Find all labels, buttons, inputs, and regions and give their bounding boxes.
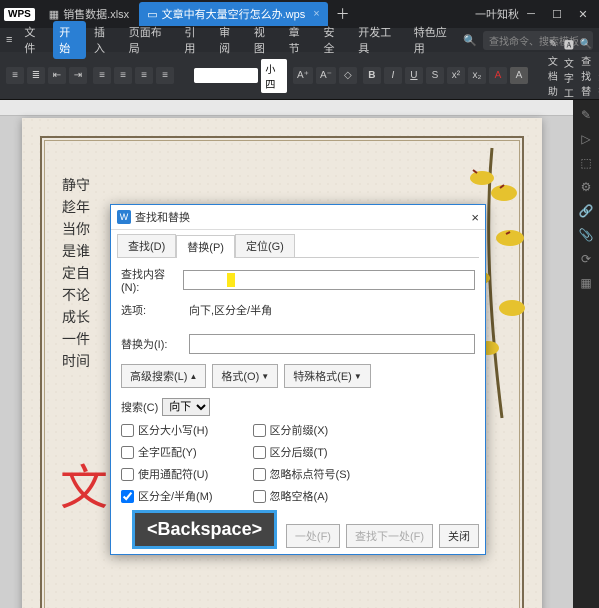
window-controls: ─ ☐ ✕	[519, 8, 595, 21]
close-tab-icon[interactable]: ×	[313, 8, 319, 20]
backspace-key-overlay: <Backspace>	[132, 510, 277, 549]
big-char: 文	[60, 448, 108, 518]
menu-bar: ≡ 文件 开始 插入 页面布局 引用 审阅 视图 章节 安全 开发工具 特色应用…	[0, 28, 599, 52]
super[interactable]: x²	[447, 67, 465, 84]
check-punct[interactable]: 忽略标点符号(S)	[253, 466, 351, 482]
highlight[interactable]: A	[510, 67, 528, 84]
bold[interactable]: B	[363, 67, 381, 84]
search-direction-select[interactable]: 向下	[162, 398, 210, 416]
link-icon[interactable]: 🔗	[579, 204, 594, 218]
check-case[interactable]: 区分大小写(H)	[121, 422, 213, 438]
tab-goto[interactable]: 定位(G)	[235, 234, 295, 257]
menu-insert[interactable]: 插入	[88, 21, 121, 59]
find-replace-dialog: W 查找和替换 × 查找(D) 替换(P) 定位(G) 查找内容(N): 选项:…	[110, 204, 486, 555]
menu-layout[interactable]: 页面布局	[123, 21, 177, 59]
menu-start[interactable]: 开始	[53, 21, 86, 59]
menu-ref[interactable]: 引用	[178, 21, 211, 59]
options-checks: 区分大小写(H) 全字匹配(Y) 使用通配符(U) 区分全/半角(M) 区分前缀…	[121, 422, 475, 504]
check-wildcard[interactable]: 使用通配符(U)	[121, 466, 213, 482]
dialog-icon: W	[117, 210, 131, 224]
gear-icon[interactable]: ⚙	[581, 180, 592, 194]
doc-text: 静守趁年当你 是谁定自不论 成长一件时间	[62, 174, 90, 372]
arrow-icon[interactable]: ▷	[581, 132, 590, 146]
options-label: 选项:	[121, 302, 185, 318]
text-tools-icon[interactable]: 🅰	[564, 37, 574, 52]
check-width[interactable]: 区分全/半角(M)	[121, 488, 213, 504]
user-name[interactable]: 一叶知秋	[475, 6, 519, 22]
menu-file[interactable]: 文件	[18, 21, 51, 59]
check-space[interactable]: 忽略空格(A)	[253, 488, 351, 504]
sync-icon[interactable]: ⟳	[581, 252, 591, 266]
align-right[interactable]: ≡	[135, 67, 153, 84]
dialog-close-button[interactable]: ×	[471, 210, 479, 225]
ribbon: ≡ ≣ ⇤ ⇥ ≡ ≡ ≡ ≡ 小四 A⁺ A⁻ ◇ B I U S x² x₂…	[0, 52, 599, 100]
check-suffix[interactable]: 区分后缀(T)	[253, 444, 351, 460]
strike[interactable]: S	[426, 67, 444, 84]
ruler[interactable]	[0, 100, 573, 116]
menu-security[interactable]: 安全	[317, 21, 350, 59]
grow-font[interactable]: A⁺	[293, 67, 313, 84]
close-dialog-button[interactable]: 关闭	[439, 524, 479, 548]
text-cursor	[227, 273, 235, 287]
tab-label: 销售数据.xlsx	[63, 6, 129, 22]
command-search[interactable]: 查找命令、搜索模板	[483, 31, 593, 50]
close-button[interactable]: ✕	[571, 8, 595, 21]
dialog-tabs: 查找(D) 替换(P) 定位(G)	[111, 230, 485, 257]
align-center[interactable]: ≡	[114, 67, 132, 84]
dialog-titlebar[interactable]: W 查找和替换 ×	[111, 205, 485, 230]
indent-btn[interactable]: ⇤	[48, 67, 66, 84]
shrink-font[interactable]: A⁻	[316, 67, 336, 84]
dialog-title: 查找和替换	[135, 209, 190, 225]
list-btn2[interactable]: ≣	[27, 67, 45, 84]
font-size-select[interactable]: 小四	[261, 59, 287, 93]
check-whole[interactable]: 全字匹配(Y)	[121, 444, 213, 460]
doc-assistant-icon[interactable]: ✎	[549, 39, 557, 50]
menu-chapter[interactable]: 章节	[283, 21, 316, 59]
menu-review[interactable]: 审阅	[213, 21, 246, 59]
wps-logo: WPS	[4, 8, 35, 21]
hamburger-icon[interactable]: ≡	[6, 34, 12, 46]
font-color[interactable]: A	[489, 67, 507, 84]
outdent-btn[interactable]: ⇥	[69, 67, 87, 84]
advanced-search-button[interactable]: 高级搜索(L)▲	[121, 364, 206, 388]
tab-replace[interactable]: 替换(P)	[176, 235, 235, 258]
tab-label: 文章中有大量空行怎么办.wps	[162, 6, 306, 22]
tab-find[interactable]: 查找(D)	[117, 234, 176, 257]
minimize-button[interactable]: ─	[519, 8, 543, 21]
find-next-button[interactable]: 查找下一处(F)	[346, 524, 433, 548]
sheet-icon: ▦	[49, 8, 59, 21]
select-tool-icon[interactable]: ⬚	[580, 156, 591, 170]
align-left[interactable]: ≡	[93, 67, 111, 84]
special-button[interactable]: 特殊格式(E)▼	[284, 364, 371, 388]
underline[interactable]: U	[405, 67, 423, 84]
replace-input[interactable]	[189, 334, 475, 354]
search-icon: 🔍	[463, 34, 477, 47]
sub[interactable]: x₂	[468, 67, 486, 84]
clear-format[interactable]: ◇	[339, 67, 357, 84]
menu-special[interactable]: 特色应用	[408, 21, 462, 59]
italic[interactable]: I	[384, 67, 402, 84]
doc-icon: ▭	[147, 8, 157, 21]
format-button[interactable]: 格式(O)▼	[212, 364, 278, 388]
options-value: 向下,区分全/半角	[189, 302, 272, 318]
maximize-button[interactable]: ☐	[545, 8, 569, 21]
search-dir-label: 搜索(C)	[121, 399, 158, 415]
menu-dev[interactable]: 开发工具	[352, 21, 406, 59]
pencil-icon[interactable]: ✎	[581, 108, 591, 122]
clip-icon[interactable]: 📎	[579, 228, 594, 242]
list-btn[interactable]: ≡	[6, 67, 24, 84]
find-replace-icon[interactable]: 🔍	[580, 39, 592, 50]
replace-one-button[interactable]: 一处(F)	[286, 524, 340, 548]
align-justify[interactable]: ≡	[156, 67, 174, 84]
replace-label: 替换为(I):	[121, 336, 185, 352]
check-prefix[interactable]: 区分前缀(X)	[253, 422, 351, 438]
font-select[interactable]	[194, 68, 258, 83]
menu-view[interactable]: 视图	[248, 21, 281, 59]
side-toolbar: ✎ ▷ ⬚ ⚙ 🔗 📎 ⟳ ▦	[573, 100, 599, 608]
grid-icon[interactable]: ▦	[580, 276, 591, 290]
find-label: 查找内容(N):	[121, 266, 179, 294]
